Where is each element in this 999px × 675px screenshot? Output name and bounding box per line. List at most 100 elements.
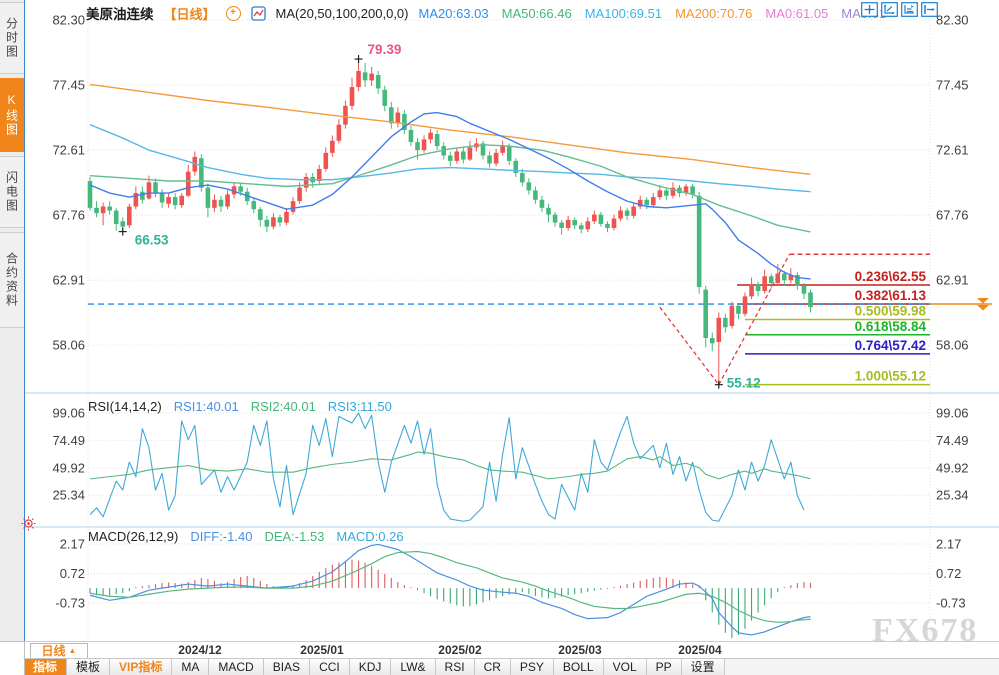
sidebar: 分时图 K线图闪电图合约资料 xyxy=(0,0,25,641)
toolbar-button-RSI[interactable]: RSI xyxy=(436,659,475,675)
ma-value: MA0:61.05 xyxy=(765,6,828,21)
axis-scale-icon[interactable] xyxy=(901,2,918,17)
fib-label: 0.618\58.84 xyxy=(855,319,927,334)
rsi-formula: RSI(14,14,2) xyxy=(88,399,162,414)
toolbar-button-指标[interactable]: 指标 xyxy=(24,659,67,675)
period-arrow-icon: ▲ xyxy=(69,647,77,655)
indicator-value: MACD:0.26 xyxy=(336,529,403,544)
toolbar-button-BIAS[interactable]: BIAS xyxy=(264,659,310,675)
macd-plot xyxy=(90,544,811,638)
fib-label: 1.000\55.12 xyxy=(855,369,926,384)
price-tick-label: 49.92 xyxy=(936,460,969,475)
price-tick-label: 77.45 xyxy=(936,78,969,93)
rsi-values: RSI1:40.01RSI2:40.01RSI3:11.50 xyxy=(174,399,392,414)
axis-labels: 82.3082.3077.4577.4572.6172.6167.7667.76… xyxy=(52,13,968,611)
price-tick-label: 82.30 xyxy=(52,13,85,28)
price-tick-label: 49.92 xyxy=(52,460,85,475)
DEA-line xyxy=(90,552,811,623)
toolbar-button-VOL[interactable]: VOL xyxy=(604,659,647,675)
date-label: 2025/01 xyxy=(300,643,343,657)
fib-labels: 0.236\62.550.382\61.130.500\59.980.618\5… xyxy=(855,269,927,384)
symbol-title: 美原油连续 xyxy=(86,3,154,23)
toolbar-button-模板[interactable]: 模板 xyxy=(67,659,110,675)
price-tick-label: 74.49 xyxy=(936,433,969,448)
alert-icon[interactable] xyxy=(21,516,36,536)
price-tick-label: 99.06 xyxy=(936,406,969,421)
date-label: 2025/02 xyxy=(438,643,481,657)
price-tick-label: 99.06 xyxy=(52,406,85,421)
corner-cell xyxy=(0,641,25,675)
ma-formula: MA(20,50,100,200,0,0) xyxy=(276,6,409,21)
toolbar-button-VIP指标[interactable]: VIP指标 xyxy=(110,659,172,675)
price-tick-label: -0.73 xyxy=(936,595,966,610)
date-label: 2025/03 xyxy=(558,643,601,657)
price-tick-label: 2.17 xyxy=(60,537,85,552)
indicator-value: RSI1:40.01 xyxy=(174,399,239,414)
indicator-value: DIFF:-1.40 xyxy=(190,529,252,544)
axis-zoom-icon[interactable] xyxy=(881,2,898,17)
price-tick-label: 0.72 xyxy=(936,566,961,581)
indicator-value: RSI2:40.01 xyxy=(251,399,316,414)
macd-values: DIFF:-1.40 DEA:-1.53 MACD:0.26 xyxy=(190,529,403,544)
gridlines xyxy=(25,10,999,640)
crosshair-icon[interactable] xyxy=(861,2,878,17)
date-label: 2024/12 xyxy=(178,643,221,657)
candlestick-chart-icon xyxy=(251,6,266,21)
ma-lines xyxy=(90,84,811,279)
ma-value: MA100:69.51 xyxy=(585,6,662,21)
toolbar-button-MACD[interactable]: MACD xyxy=(209,659,263,675)
pivot-price-label: 55.12 xyxy=(727,376,761,391)
toolbar-button-PSY[interactable]: PSY xyxy=(511,659,554,675)
price-tick-label: 67.76 xyxy=(936,208,969,223)
price-tick-label: 25.34 xyxy=(936,488,969,503)
toolbar-button-BOLL[interactable]: BOLL xyxy=(554,659,604,675)
pivot-markers: 79.39 66.53 55.12 xyxy=(119,42,761,391)
ma-value: MA20:63.03 xyxy=(419,6,489,21)
period-tag: 【日线】 xyxy=(164,4,216,23)
rsi-panel-header: RSI(14,14,2) RSI1:40.01RSI2:40.01RSI3:11… xyxy=(88,399,392,414)
chart-toolbar-icons xyxy=(861,2,938,17)
ma-values: MA20:63.03MA50:66.46MA100:69.51MA200:70.… xyxy=(419,6,887,21)
candlesticks xyxy=(88,59,813,385)
toolbar-button-MA[interactable]: MA xyxy=(172,659,209,675)
price-tick-label: 77.45 xyxy=(52,78,85,93)
ma20-line xyxy=(90,113,811,279)
toolbar-button-KDJ[interactable]: KDJ xyxy=(350,659,392,675)
fib-label: 0.764\57.42 xyxy=(855,338,926,353)
sidebar-tab-4[interactable]: 合约资料 xyxy=(0,232,24,328)
price-tick-label: 62.91 xyxy=(936,273,969,288)
pivot-price-label: 66.53 xyxy=(135,233,169,248)
pivot-price-label: 79.39 xyxy=(368,42,402,57)
macd-formula: MACD(26,12,9) xyxy=(88,529,178,544)
add-indicator-icon[interactable]: + xyxy=(226,6,241,21)
toolbar-button-LW&[interactable]: LW& xyxy=(391,659,435,675)
sidebar-tab-2[interactable]: K线图 xyxy=(0,78,24,152)
toolbar-button-CR[interactable]: CR xyxy=(475,659,511,675)
ma-value: MA200:70.76 xyxy=(675,6,752,21)
indicator-value: DEA:-1.53 xyxy=(264,529,324,544)
sidebar-tab-1[interactable]: 分时图 xyxy=(0,2,24,74)
toolbar-button-设置[interactable]: 设置 xyxy=(682,659,725,675)
price-tick-label: 58.06 xyxy=(52,338,85,353)
period-label: 日线 xyxy=(42,645,66,657)
price-tick-label: 67.76 xyxy=(52,208,85,223)
macd-panel-header: MACD(26,12,9) DIFF:-1.40 DEA:-1.53 MACD:0.… xyxy=(88,529,404,544)
price-tick-label: 74.49 xyxy=(52,433,85,448)
chart-canvas[interactable]: 79.39 66.53 55.12 0.236\62.550.382\61.130.5… xyxy=(0,0,999,675)
pan-right-icon[interactable] xyxy=(921,2,938,17)
price-tick-label: 62.91 xyxy=(52,273,85,288)
time-axis-row: 日线 ▲ 2024/122025/012025/022025/032025/04 xyxy=(0,641,999,659)
indicator-toolbar: 指标模板VIP指标MAMACDBIASCCIKDJLW&RSICRPSYBOLL… xyxy=(0,658,999,675)
price-tick-label: 72.61 xyxy=(936,143,969,158)
toolbar-button-PP[interactable]: PP xyxy=(647,659,682,675)
sidebar-tab-3[interactable]: 闪电图 xyxy=(0,156,24,228)
fib-label: 0.382\61.13 xyxy=(855,288,927,303)
period-selector[interactable]: 日线 ▲ xyxy=(30,643,88,659)
toolbar-button-CCI[interactable]: CCI xyxy=(310,659,350,675)
trading-app-window: 79.39 66.53 55.12 0.236\62.550.382\61.130.5… xyxy=(0,0,999,675)
price-tick-label: 72.61 xyxy=(52,143,85,158)
chart-header: 美原油连续 【日线】 + MA(20,50,100,200,0,0) MA20:… xyxy=(86,2,886,24)
rsi-plot xyxy=(90,413,811,521)
price-tick-label: 25.34 xyxy=(52,488,85,503)
price-tick-label: 2.17 xyxy=(936,537,961,552)
